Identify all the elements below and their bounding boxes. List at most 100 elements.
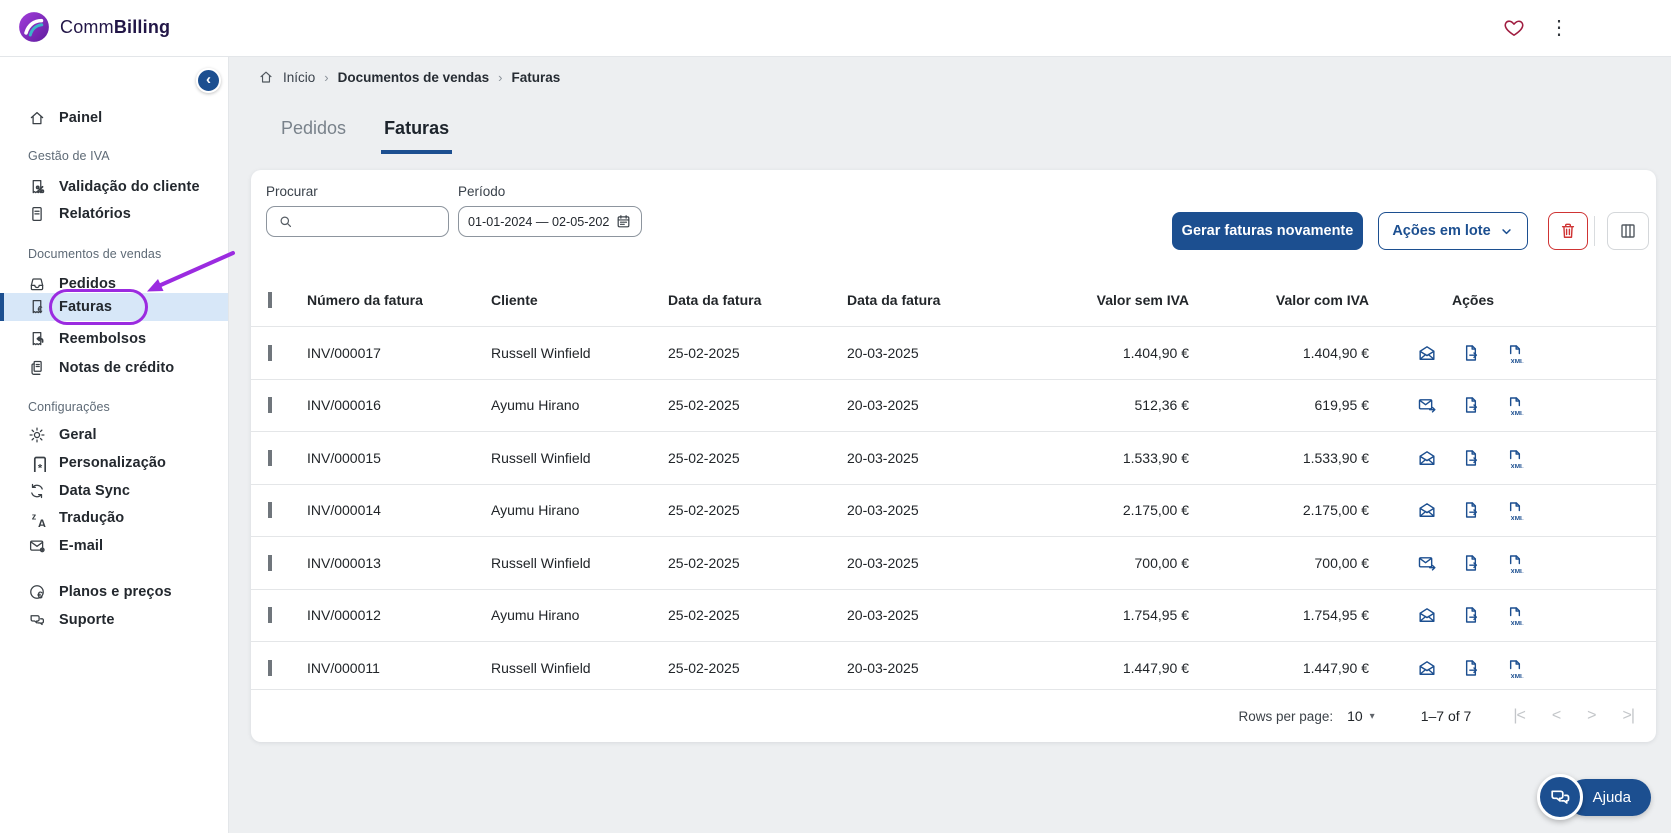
- tab-faturas[interactable]: Faturas: [381, 114, 452, 154]
- svg-text:XML: XML: [1510, 673, 1524, 678]
- mail-opened-icon[interactable]: [1417, 658, 1437, 678]
- sidebar-section-documentos: Documentos de vendas: [28, 247, 161, 261]
- sidebar-item-geral[interactable]: Geral: [0, 421, 228, 449]
- due-date: 20-03-2025: [847, 502, 1037, 518]
- sidebar-collapse-button[interactable]: ‹: [196, 68, 221, 93]
- sidebar-item-personalizacao[interactable]: * Personalização: [0, 449, 228, 477]
- download-xml-icon[interactable]: XML: [1505, 500, 1525, 520]
- invoice-date: 25-02-2025: [668, 345, 847, 361]
- breadcrumb-home-icon[interactable]: [258, 69, 274, 85]
- previous-page-icon[interactable]: <: [1552, 707, 1560, 725]
- invoice-euro-icon: €: [28, 298, 46, 316]
- support-chat-icon: [28, 611, 46, 629]
- row-checkbox[interactable]: [268, 502, 272, 518]
- select-all-checkbox[interactable]: [268, 292, 272, 308]
- first-page-icon[interactable]: |<: [1513, 707, 1525, 725]
- due-date: 20-03-2025: [847, 345, 1037, 361]
- gross-amount: 2.175,00 €: [1197, 502, 1377, 518]
- customize-document-icon: *: [28, 454, 46, 472]
- search-input[interactable]: [301, 213, 438, 230]
- mail-opened-icon[interactable]: [1417, 448, 1437, 468]
- client-name: Russell Winfield: [491, 345, 668, 361]
- next-page-icon[interactable]: >: [1587, 707, 1595, 725]
- sidebar-item-validacao-cliente[interactable]: Validação do cliente: [0, 173, 228, 201]
- download-xml-icon[interactable]: XML: [1505, 448, 1525, 468]
- sidebar-item-relatorios[interactable]: Relatórios: [0, 200, 228, 228]
- client-name: Ayumu Hirano: [491, 502, 668, 518]
- mail-settings-icon: [28, 537, 46, 555]
- sidebar-item-faturas[interactable]: € Faturas: [0, 293, 228, 321]
- favorites-heart-icon[interactable]: [1503, 17, 1525, 39]
- main-content: Início › Documentos de vendas › Faturas …: [229, 56, 1671, 833]
- row-checkbox[interactable]: [268, 450, 272, 466]
- invoices-card: Procurar Período 01-01-2024 — 02-05-202 …: [251, 170, 1656, 742]
- download-xml-icon[interactable]: XML: [1505, 605, 1525, 625]
- calendar-icon: [615, 213, 632, 230]
- gross-amount: 619,95 €: [1197, 397, 1377, 413]
- row-checkbox[interactable]: [268, 660, 272, 676]
- export-document-icon[interactable]: [1461, 448, 1481, 468]
- svg-text:€: €: [37, 590, 43, 601]
- net-amount: 1.447,90 €: [1037, 660, 1197, 676]
- gear-icon: [28, 426, 46, 444]
- tab-pedidos[interactable]: Pedidos: [278, 114, 349, 154]
- sidebar-item-painel[interactable]: Painel: [0, 104, 228, 132]
- gross-amount: 1.754,95 €: [1197, 607, 1377, 623]
- client-name: Russell Winfield: [491, 555, 668, 571]
- generate-invoices-button[interactable]: Gerar faturas novamente: [1172, 212, 1363, 250]
- invoice-number: INV/000014: [307, 502, 491, 518]
- export-document-icon[interactable]: [1461, 395, 1481, 415]
- export-document-icon[interactable]: [1461, 553, 1481, 573]
- row-checkbox[interactable]: [268, 397, 272, 413]
- columns-button[interactable]: [1607, 212, 1649, 250]
- export-document-icon[interactable]: [1461, 605, 1481, 625]
- invoice-date: 25-02-2025: [668, 607, 847, 623]
- table-row: INV/000012 Ayumu Hirano 25-02-2025 20-03…: [251, 589, 1656, 642]
- period-field[interactable]: 01-01-2024 — 02-05-202: [458, 206, 642, 237]
- download-xml-icon[interactable]: XML: [1505, 395, 1525, 415]
- svg-text:XML: XML: [1510, 411, 1524, 416]
- mail-opened-icon[interactable]: [1417, 500, 1437, 520]
- breadcrumb-documentos[interactable]: Documentos de vendas: [338, 70, 490, 85]
- sidebar-item-planos[interactable]: € Planos e preços: [0, 578, 228, 606]
- send-mail-icon[interactable]: [1417, 553, 1437, 573]
- mail-opened-icon[interactable]: [1417, 605, 1437, 625]
- row-checkbox[interactable]: [268, 555, 272, 571]
- due-date: 20-03-2025: [847, 555, 1037, 571]
- download-xml-icon[interactable]: XML: [1505, 658, 1525, 678]
- invoice-number: INV/000015: [307, 450, 491, 466]
- search-label: Procurar: [266, 184, 318, 199]
- batch-actions-button[interactable]: Ações em lote: [1378, 212, 1528, 250]
- sidebar-item-suporte[interactable]: Suporte: [0, 606, 228, 634]
- table-footer: Rows per page: 10 ▾ 1–7 of 7 |< < > >|: [251, 689, 1656, 742]
- table-row: INV/000011 Russell Winfield 25-02-2025 2…: [251, 641, 1656, 694]
- rows-per-page-select[interactable]: 10 ▾: [1347, 708, 1375, 724]
- sidebar-item-data-sync[interactable]: Data Sync: [0, 477, 228, 505]
- sidebar-item-traducao[interactable]: Az Tradução: [0, 504, 228, 532]
- download-xml-icon[interactable]: XML: [1505, 343, 1525, 363]
- row-checkbox[interactable]: [268, 345, 272, 361]
- sidebar-item-notas-credito[interactable]: Notas de crédito: [0, 354, 228, 382]
- help-button[interactable]: Ajuda: [1537, 774, 1651, 820]
- last-page-icon[interactable]: >|: [1623, 707, 1635, 725]
- send-mail-icon[interactable]: [1417, 395, 1437, 415]
- svg-text:XML: XML: [1510, 463, 1524, 468]
- sidebar-item-email[interactable]: E-mail: [0, 532, 228, 560]
- svg-text:XML: XML: [1510, 516, 1524, 521]
- search-icon: [277, 213, 294, 230]
- export-document-icon[interactable]: [1461, 658, 1481, 678]
- export-document-icon[interactable]: [1461, 343, 1481, 363]
- due-date: 20-03-2025: [847, 450, 1037, 466]
- sidebar-item-reembolsos[interactable]: Reembolsos: [0, 325, 228, 353]
- breadcrumb-inicio[interactable]: Início: [283, 70, 315, 85]
- pagination-nav: |< < > >|: [1513, 707, 1634, 725]
- row-checkbox[interactable]: [268, 607, 272, 623]
- delete-button[interactable]: [1548, 212, 1588, 250]
- overflow-menu-icon[interactable]: ⋮: [1549, 14, 1567, 42]
- export-document-icon[interactable]: [1461, 500, 1481, 520]
- mail-opened-icon[interactable]: [1417, 343, 1437, 363]
- brand-logo[interactable]: CommBilling: [17, 10, 170, 44]
- period-label: Período: [458, 184, 505, 199]
- download-xml-icon[interactable]: XML: [1505, 553, 1525, 573]
- header-invoice: Número da fatura: [307, 292, 491, 308]
